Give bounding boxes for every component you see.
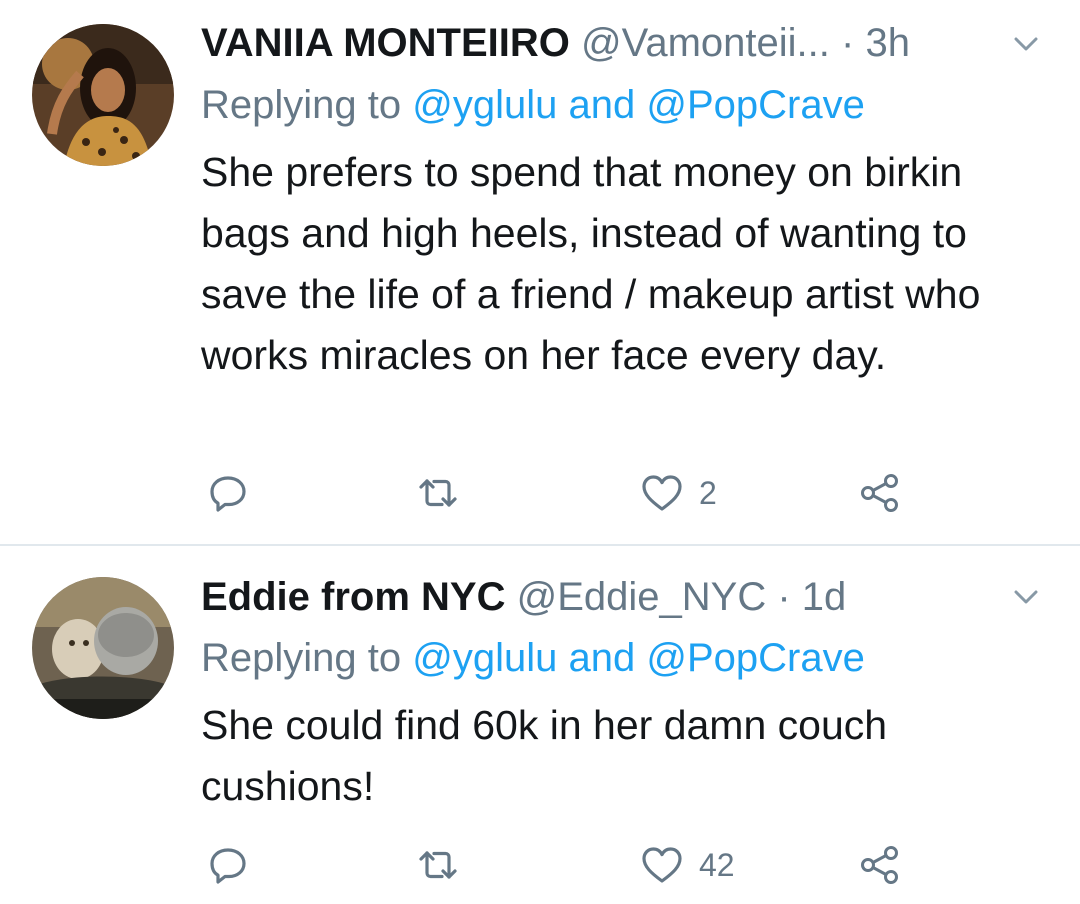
chevron-down-icon[interactable] [1006, 577, 1046, 617]
user-handle[interactable]: @Eddie_NYC [517, 575, 767, 619]
reply-icon [210, 476, 246, 512]
mention-link[interactable]: @PopCrave [646, 83, 864, 127]
tweet-text: She could find 60k in her damn couch cus… [201, 702, 888, 809]
share-icon [861, 846, 898, 884]
tweet[interactable]: Eddie from NYC @Eddie_NYC · 1d Replying … [0, 547, 1080, 904]
replying-to: Replying to @yglulu and @PopCrave [201, 80, 865, 130]
retweet-icon [419, 851, 457, 879]
timestamp[interactable]: 3h [865, 21, 910, 65]
user-handle[interactable]: @Vamonteii... [581, 21, 830, 65]
like-count: 2 [699, 474, 717, 511]
share-icon [861, 474, 898, 512]
reply-button[interactable] [205, 840, 251, 890]
like-button[interactable]: 2 [639, 468, 717, 518]
separator-dot: · [841, 21, 855, 65]
replying-to: Replying to @yglulu and @PopCrave [201, 633, 865, 683]
heart-icon [642, 475, 682, 511]
share-button[interactable] [857, 468, 903, 518]
tweet-header: VANIIA MONTEIIRO @Vamonteii... · 3h [201, 18, 910, 68]
replying-conjunction[interactable]: and [569, 636, 636, 680]
mention-link[interactable]: @yglulu [412, 636, 557, 680]
reply-icon [210, 848, 246, 884]
retweet-icon [419, 479, 457, 507]
tweet-divider [0, 544, 1080, 546]
timestamp[interactable]: 1d [802, 575, 847, 619]
mention-link[interactable]: @yglulu [412, 83, 557, 127]
chevron-down-icon[interactable] [1006, 24, 1046, 64]
avatar-image [32, 24, 174, 166]
like-count: 42 [699, 846, 735, 883]
retweet-button[interactable] [415, 840, 461, 890]
reply-button[interactable] [205, 468, 251, 518]
heart-icon [642, 847, 682, 883]
tweet-text: She prefers to spend that money on birki… [201, 149, 981, 378]
tweet-header: Eddie from NYC @Eddie_NYC · 1d [201, 572, 846, 622]
like-button[interactable]: 42 [639, 840, 735, 890]
replying-conjunction[interactable]: and [569, 83, 636, 127]
mention-link[interactable]: @PopCrave [646, 636, 864, 680]
share-button[interactable] [857, 840, 903, 890]
tweet[interactable]: VANIIA MONTEIIRO @Vamonteii... · 3h Repl… [0, 0, 1080, 545]
avatar-image [32, 577, 174, 719]
retweet-button[interactable] [415, 468, 461, 518]
display-name[interactable]: Eddie from NYC [201, 575, 505, 619]
avatar[interactable] [32, 24, 174, 166]
replying-prefix: Replying to [201, 636, 402, 680]
display-name[interactable]: VANIIA MONTEIIRO [201, 21, 570, 65]
replying-prefix: Replying to [201, 83, 402, 127]
separator-dot: · [777, 575, 791, 619]
avatar[interactable] [32, 577, 174, 719]
